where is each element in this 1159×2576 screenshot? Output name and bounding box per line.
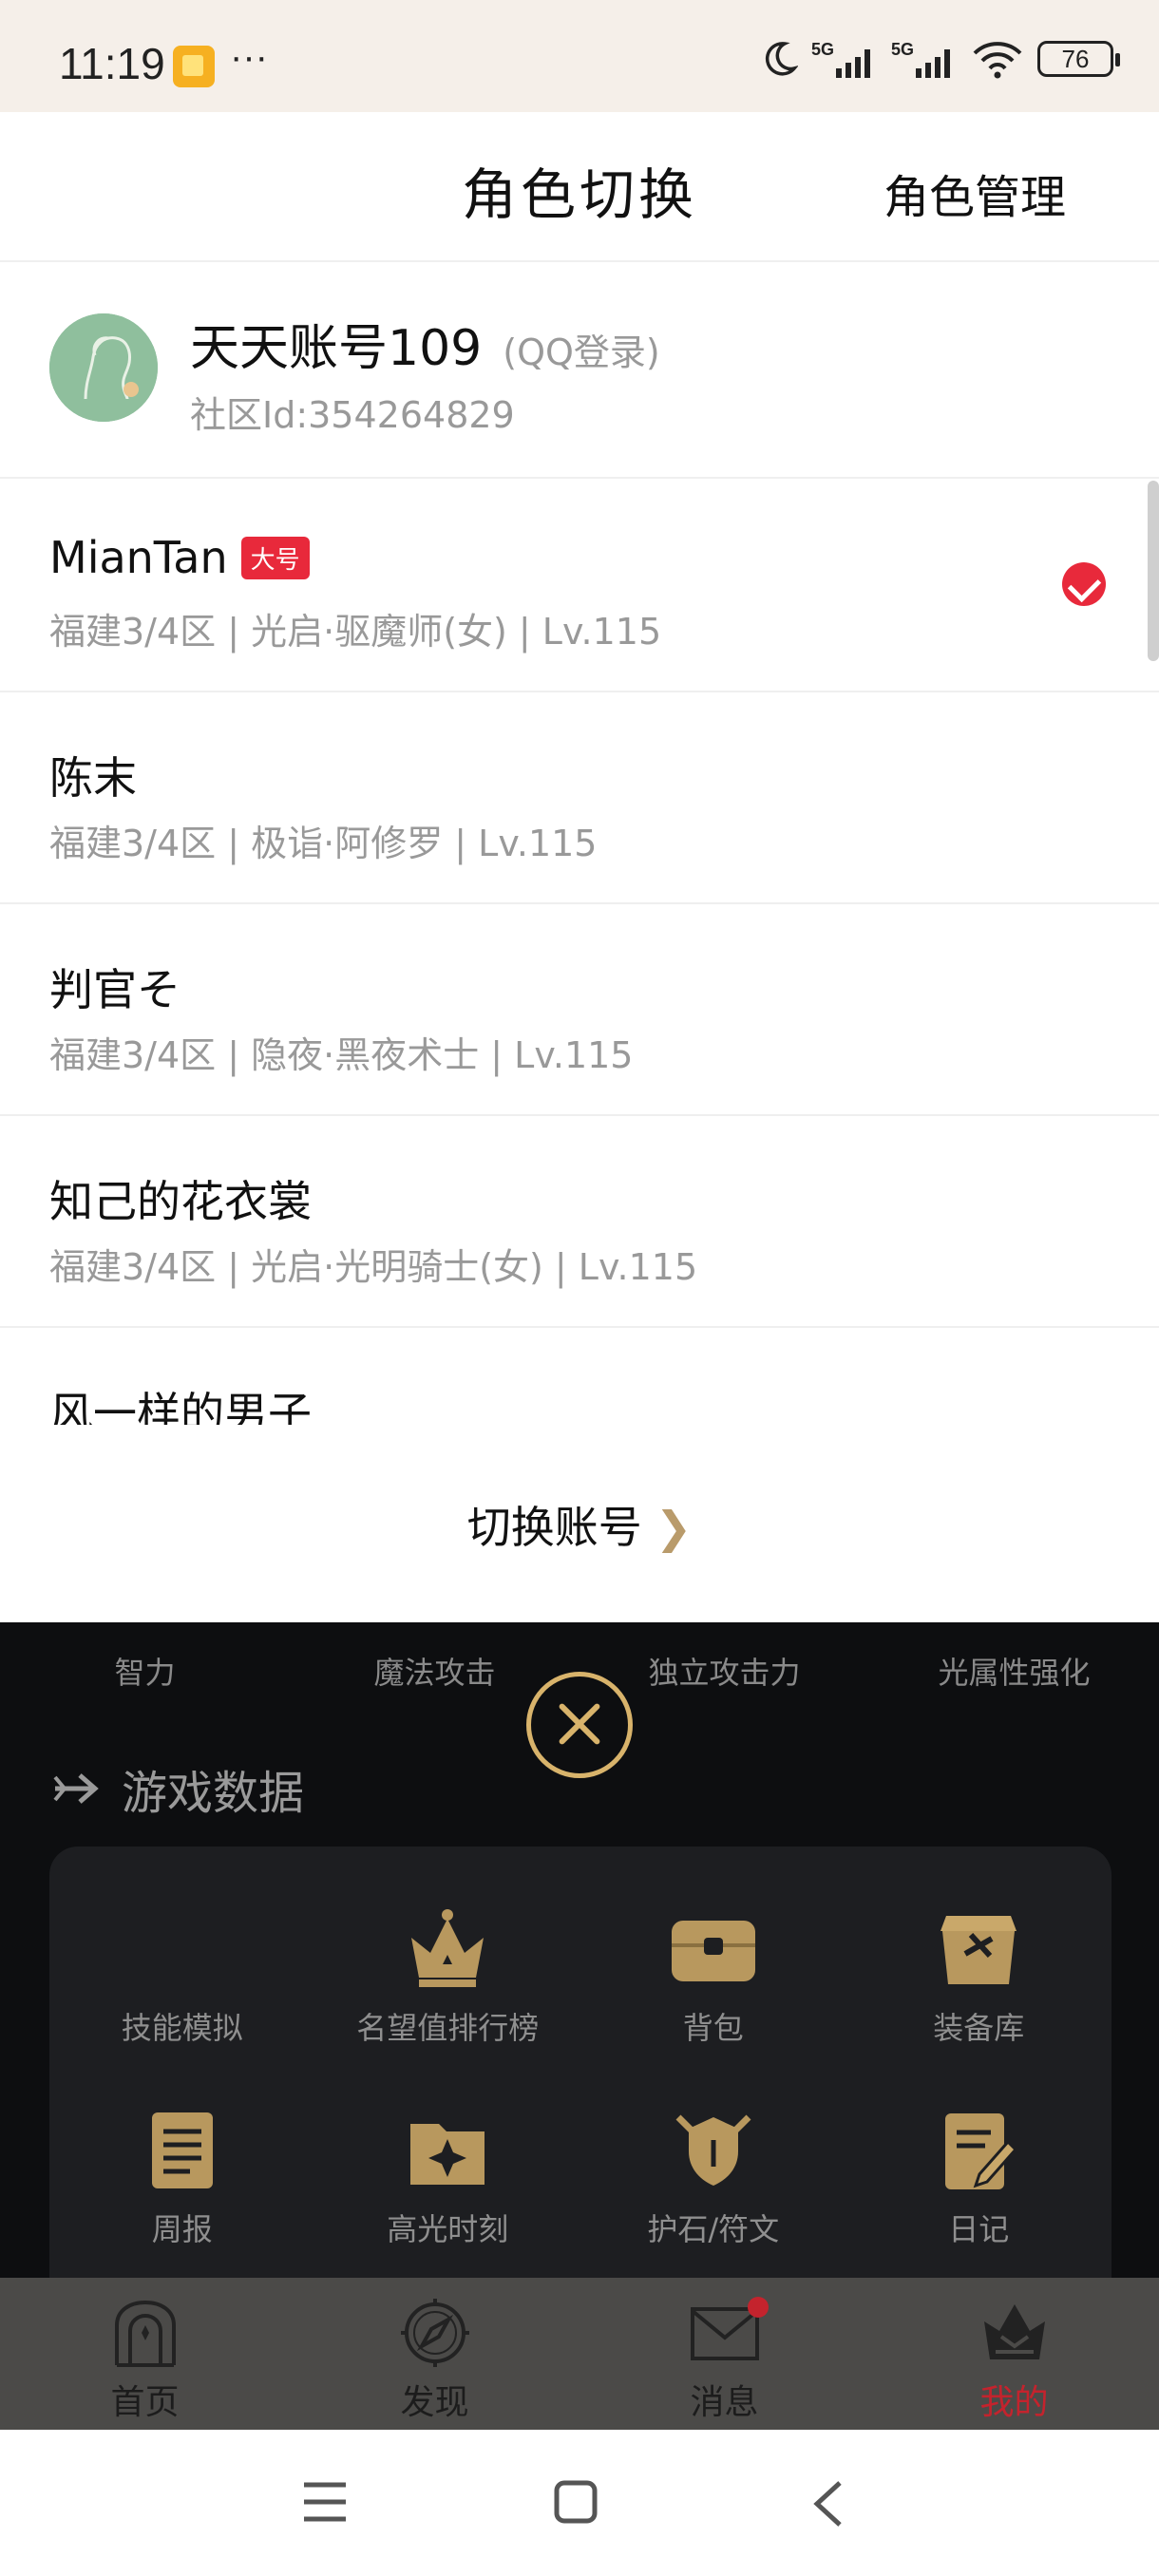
account-community-id: 社区Id:354264829 <box>190 394 515 436</box>
bottom-tab-bar: 首页 发现 消息 我的 <box>0 2278 1159 2430</box>
crown-icon <box>400 1904 495 1995</box>
sheet-header: 角色切换 角色管理 <box>0 112 1159 262</box>
role-list-scrollbar[interactable] <box>1148 481 1159 661</box>
switch-account-button[interactable]: 切换账号 ❯ <box>0 1493 1159 1556</box>
role-name: MianTan 大号 <box>49 532 310 583</box>
switch-account-row: 切换账号 ❯ <box>0 1425 1159 1622</box>
role-info: 福建3/4区 | 极诣·阿修罗 | Lv.115 <box>49 823 598 864</box>
compass-icon <box>397 2295 473 2371</box>
svg-text:5G: 5G <box>891 40 914 59</box>
avatar-portrait-icon <box>49 313 158 422</box>
role-item[interactable]: 陈末 福建3/4区 | 极诣·阿修罗 | Lv.115 <box>0 692 1159 904</box>
bag-icon <box>666 1904 761 1995</box>
arrow-right-icon <box>53 1773 99 1804</box>
account-name-text: 天天账号109 <box>190 320 483 377</box>
svg-text:5G: 5G <box>811 40 834 59</box>
role-name: 陈末 <box>49 744 137 806</box>
grid-label: 日记 <box>948 2211 1010 2247</box>
status-bar: 11:19 ··· 5G 5G 76 <box>0 0 1159 112</box>
game-data-card: 技能模拟 名望值排行榜 背包 装备库 周报 高光时刻 护石/符文 日记 <box>49 1847 1112 2321</box>
stat-label: 独立攻击力 <box>648 1655 801 1691</box>
grid-item-weekly-report[interactable]: 周报 <box>49 2105 315 2249</box>
grid-label: 技能模拟 <box>121 2010 243 2046</box>
notification-app-icon <box>173 46 215 87</box>
role-info: 福建3/4区 | 光启·驱魔师(女) | Lv.115 <box>49 611 662 653</box>
account-name: 天天账号109 (QQ登录) <box>190 308 660 379</box>
grid-label: 背包 <box>682 2010 744 2046</box>
tab-messages[interactable]: 消息 <box>580 2278 869 2430</box>
grid-item-rune[interactable]: 护石/符文 <box>580 2105 846 2249</box>
tab-label: 发现 <box>400 2383 469 2422</box>
switch-account-label: 切换账号 <box>466 1502 642 1553</box>
role-item[interactable]: MianTan 大号 福建3/4区 | 光启·驱魔师(女) | Lv.115 <box>0 481 1159 692</box>
stat-label: 智力 <box>114 1655 176 1691</box>
grid-label: 护石/符文 <box>647 2211 780 2247</box>
wifi-icon <box>973 42 1022 79</box>
tab-home[interactable]: 首页 <box>0 2278 290 2430</box>
back-icon[interactable] <box>809 2479 847 2529</box>
menu-icon[interactable] <box>300 2479 350 2525</box>
grid-item-highlight[interactable]: 高光时刻 <box>315 2105 581 2249</box>
role-info: 福建3/4区 | 光启·光明骑士(女) | Lv.115 <box>49 1246 698 1288</box>
game-data-grid: 技能模拟 名望值排行榜 背包 装备库 周报 高光时刻 护石/符文 日记 <box>49 1904 1112 2249</box>
unread-dot <box>747 2297 769 2318</box>
selected-check-icon <box>1062 562 1106 606</box>
system-nav-bar <box>0 2430 1159 2576</box>
grid-label: 装备库 <box>933 2010 1025 2046</box>
diary-icon <box>931 2105 1026 2196</box>
home-gate-icon <box>107 2295 183 2371</box>
status-more-dots: ··· <box>230 36 268 78</box>
moon-icon <box>765 42 798 76</box>
role-manage-button[interactable]: 角色管理 <box>884 160 1066 226</box>
role-item[interactable]: 知己的花衣裳 福建3/4区 | 光启·光明骑士(女) | Lv.115 <box>0 1116 1159 1328</box>
status-icons: 5G 5G 76 <box>760 38 1120 80</box>
role-item[interactable]: 判官そ 福建3/4区 | 隐夜·黑夜术士 | Lv.115 <box>0 904 1159 1116</box>
crown-helmet-icon <box>977 2295 1053 2371</box>
role-info: 福建3/4区 | 隐夜·黑夜术士 | Lv.115 <box>49 1034 634 1076</box>
grid-item-bag[interactable]: 背包 <box>580 1904 846 2048</box>
grid-label: 周报 <box>151 2211 213 2247</box>
section-title: 游戏数据 <box>122 1767 305 1820</box>
grid-item-fame-rank[interactable]: 名望值排行榜 <box>315 1904 581 2048</box>
role-name-text: 陈末 <box>49 752 137 804</box>
account-row: 天天账号109 (QQ登录) 社区Id:354264829 <box>0 264 1159 479</box>
role-list: MianTan 大号 福建3/4区 | 光启·驱魔师(女) | Lv.115 陈… <box>0 481 1159 1537</box>
stat-label: 魔法攻击 <box>373 1655 496 1691</box>
role-name: 判官そ <box>49 956 180 1018</box>
tab-mine[interactable]: 我的 <box>869 2278 1159 2430</box>
role-name-text: MianTan <box>49 532 228 583</box>
stat-label: 光属性强化 <box>938 1655 1091 1691</box>
skill-icon <box>135 1904 230 1995</box>
chest-icon <box>931 1904 1026 1995</box>
grid-item-diary[interactable]: 日记 <box>846 2105 1112 2249</box>
scroll-icon <box>135 2105 230 2196</box>
grid-label: 高光时刻 <box>387 2211 509 2247</box>
close-sheet-button[interactable] <box>526 1672 633 1778</box>
highlight-icon <box>400 2105 495 2196</box>
signal-5g-icon-2: 5G <box>891 40 950 78</box>
role-name-text: 判官そ <box>49 964 180 1015</box>
avatar[interactable] <box>49 313 158 422</box>
background-profile-page: 智力 魔法攻击 独立攻击力 光属性强化 游戏数据 技能模拟 名望值排行榜 背包 … <box>0 1622 1159 2321</box>
account-login-type: (QQ登录) <box>503 331 660 373</box>
tab-label: 消息 <box>690 2383 759 2422</box>
tab-label: 首页 <box>110 2383 180 2422</box>
mail-icon <box>687 2295 769 2371</box>
grid-item-skill[interactable]: 技能模拟 <box>49 1904 315 2048</box>
main-account-badge: 大号 <box>240 536 310 579</box>
role-name: 知己的花衣裳 <box>49 1167 312 1230</box>
role-switch-sheet: 角色切换 角色管理 天天账号109 (QQ登录) 社区Id:354264829 M… <box>0 112 1159 1622</box>
chevron-right-icon: ❯ <box>655 1502 693 1553</box>
tab-discover[interactable]: 发现 <box>290 2278 580 2430</box>
rune-icon <box>666 2105 761 2196</box>
grid-label: 名望值排行榜 <box>356 2010 540 2046</box>
game-data-header: 游戏数据 <box>51 1755 304 1822</box>
signal-5g-icon: 5G <box>811 40 870 78</box>
status-time: 11:19 <box>59 39 165 88</box>
grid-item-equipment[interactable]: 装备库 <box>846 1904 1112 2048</box>
tab-label: 我的 <box>979 2383 1049 2422</box>
battery-icon: 76 <box>1037 41 1120 77</box>
role-name-text: 知己的花衣裳 <box>49 1176 312 1227</box>
home-square-icon[interactable] <box>553 2479 598 2525</box>
